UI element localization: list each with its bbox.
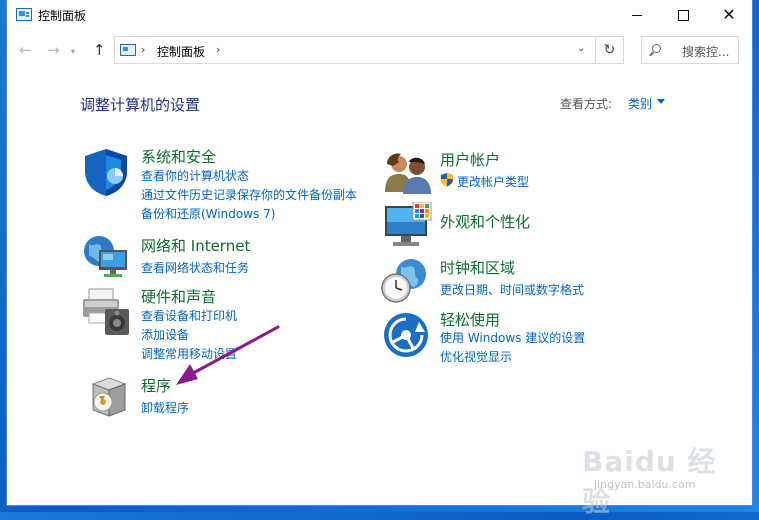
navigation-bar: ← → ▾ ↑ › 控制面板 › ⌄ ↻ 搜索控... — [7, 36, 752, 66]
category-ease-of-access[interactable]: 轻松使用 — [440, 309, 500, 330]
link-uninstall-program[interactable]: 卸载程序 — [141, 399, 189, 416]
search-placeholder: 搜索控... — [682, 45, 730, 59]
category-system-security[interactable]: 系统和安全 — [141, 146, 216, 167]
link-network-status-tasks[interactable]: 查看网络状态和任务 — [141, 259, 249, 276]
link-file-history-backup[interactable]: 通过文件历史记录保存你的文件备份副本 — [141, 186, 357, 203]
link-change-account-type[interactable]: 更改帐户类型 — [457, 173, 529, 190]
control-panel-icon — [16, 8, 32, 21]
hardware-printer-speaker-icon[interactable] — [81, 287, 131, 337]
view-by-dropdown[interactable]: 类别 — [628, 95, 652, 112]
network-globe-monitor-icon[interactable] — [81, 234, 131, 280]
control-panel-window: 控制面板 ✕ ← → ▾ ↑ › 控制面板 › ⌄ ↻ 搜索控... 调整计算机… — [7, 0, 752, 505]
user-accounts-icon[interactable] — [383, 152, 433, 194]
uac-shield-icon — [441, 173, 453, 187]
forward-arrow-icon[interactable]: → — [47, 42, 60, 58]
page-title: 调整计算机的设置 — [80, 96, 201, 114]
link-backup-restore[interactable]: 备份和还原(Windows 7) — [141, 205, 275, 222]
category-user-accounts[interactable]: 用户帐户 — [440, 149, 500, 170]
category-clock-region[interactable]: 时钟和区域 — [440, 257, 515, 278]
maximize-icon — [677, 9, 689, 21]
search-icon — [652, 44, 661, 53]
programs-box-disc-icon[interactable] — [89, 376, 129, 418]
appearance-monitor-palette-icon[interactable] — [383, 202, 433, 248]
refresh-icon: ↻ — [603, 42, 616, 58]
category-appearance-personalization[interactable]: 外观和个性化 — [440, 211, 530, 232]
recent-locations-chevron-icon[interactable]: ▾ — [71, 44, 75, 60]
title-bar: 控制面板 ✕ — [7, 0, 752, 30]
category-network-internet[interactable]: 网络和 Internet — [141, 235, 250, 256]
search-input[interactable]: 搜索控... — [641, 36, 739, 64]
baidu-watermark: Baidu 经验 jingyan.baidu.com — [582, 440, 732, 518]
address-bar[interactable]: › 控制面板 › ⌄ — [114, 36, 596, 64]
breadcrumb-control-panel[interactable]: 控制面板 — [157, 43, 205, 60]
category-programs[interactable]: 程序 — [141, 375, 171, 396]
address-control-panel-icon — [120, 44, 136, 56]
maximize-button[interactable] — [660, 0, 706, 30]
breadcrumb-chevron-icon[interactable]: › — [216, 43, 220, 56]
minimize-icon — [632, 14, 642, 16]
refresh-button[interactable]: ↻ — [596, 36, 624, 64]
link-change-date-time-format[interactable]: 更改日期、时间或数字格式 — [440, 281, 584, 298]
address-dropdown-icon[interactable]: ⌄ — [577, 43, 585, 54]
up-arrow-icon[interactable]: ↑ — [93, 42, 106, 58]
watermark-sub-text: jingyan.baidu.com — [594, 478, 696, 491]
close-button[interactable]: ✕ — [706, 0, 752, 30]
window-title: 控制面板 — [38, 9, 87, 23]
minimize-button[interactable] — [614, 0, 660, 30]
link-windows-recommended-settings[interactable]: 使用 Windows 建议的设置 — [440, 329, 585, 346]
close-icon: ✕ — [722, 5, 736, 24]
link-add-device[interactable]: 添加设备 — [141, 326, 189, 343]
category-hardware-sound[interactable]: 硬件和声音 — [141, 286, 216, 307]
system-security-shield-icon[interactable] — [82, 147, 130, 197]
link-view-computer-status[interactable]: 查看你的计算机状态 — [141, 167, 249, 184]
address-chevron-icon[interactable]: › — [141, 43, 145, 56]
view-by-label: 查看方式: — [560, 97, 613, 111]
link-mobility-settings[interactable]: 调整常用移动设置 — [141, 345, 237, 362]
link-optimize-visual-display[interactable]: 优化视觉显示 — [440, 348, 512, 365]
clock-region-globe-icon[interactable] — [381, 258, 431, 304]
back-arrow-icon[interactable]: ← — [19, 42, 32, 58]
ease-of-access-icon[interactable] — [383, 312, 429, 358]
view-by-caret-icon[interactable] — [657, 99, 665, 104]
link-devices-printers[interactable]: 查看设备和打印机 — [141, 307, 237, 324]
